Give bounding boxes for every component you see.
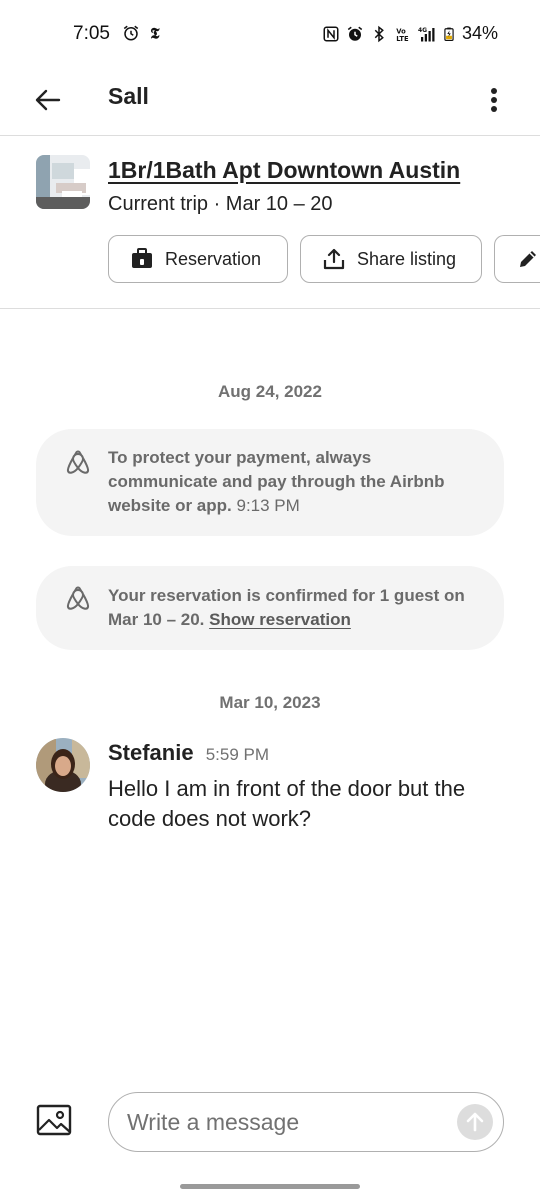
share-icon <box>323 248 345 270</box>
date-separator: Aug 24, 2022 <box>218 382 322 401</box>
message-text: Hello I am in front of the door but the … <box>108 776 466 831</box>
sender-name: Stefanie <box>108 740 194 765</box>
listing-title[interactable]: 1Br/1Bath Apt Downtown Austin <box>108 157 460 184</box>
arrow-up-icon <box>466 1112 484 1132</box>
nfc-icon <box>323 26 339 41</box>
battery-icon <box>444 27 454 41</box>
svg-text:LTE: LTE <box>396 34 409 42</box>
edit-button[interactable] <box>494 235 540 283</box>
message-sender: Stefanie 5:59 PM <box>108 740 269 766</box>
reservation-button-label: Reservation <box>165 248 262 269</box>
status-bar: 7:05 𝕿 Vo LTE 4G 34% <box>0 0 540 70</box>
message-time: 5:59 PM <box>205 745 270 764</box>
signal-4g-icon: 4G <box>418 26 435 41</box>
trip-dates: Current trip · Mar 10 – 20 <box>108 193 333 215</box>
nyt-icon: 𝕿 <box>150 24 160 42</box>
status-time: 7:05 <box>73 23 110 44</box>
date-separator: Mar 10, 2023 <box>219 693 321 712</box>
more-options-button[interactable] <box>484 82 504 118</box>
image-icon <box>36 1104 72 1136</box>
payment-protection-notice: To protect your payment, always communic… <box>108 446 474 518</box>
more-vertical-icon <box>491 88 497 112</box>
system-message-time: 9:13 PM <box>236 496 300 515</box>
reservation-confirmed-text: Your reservation is confirmed for 1 gues… <box>108 584 474 632</box>
status-left-icons: 𝕿 <box>122 24 166 42</box>
reservation-confirmed-card: Your reservation is confirmed for 1 gues… <box>36 566 504 650</box>
svg-text:4G: 4G <box>418 26 427 33</box>
listing-actions: Reservation Share listing <box>108 235 540 283</box>
back-arrow-icon <box>35 89 61 111</box>
avatar[interactable] <box>36 738 90 792</box>
guest-avatar-icon <box>36 738 90 792</box>
listing-thumbnail[interactable] <box>36 155 90 209</box>
show-reservation-link[interactable]: Show reservation <box>209 610 351 629</box>
volte-icon: VoLTE <box>396 27 409 43</box>
airbnb-logo-icon <box>66 450 90 474</box>
conversation-header: Sall <box>0 70 540 136</box>
message-composer <box>108 1092 504 1152</box>
alarm-icon <box>123 25 139 41</box>
home-indicator[interactable] <box>180 1184 360 1189</box>
share-listing-button[interactable]: Share listing <box>300 235 482 283</box>
send-button[interactable] <box>457 1104 493 1140</box>
system-message-card: To protect your payment, always communic… <box>36 429 504 536</box>
attach-photo-button[interactable] <box>36 1104 72 1140</box>
airbnb-logo-icon <box>66 586 90 610</box>
share-listing-button-label: Share listing <box>357 248 457 269</box>
listing-photo-icon <box>36 155 90 209</box>
host-name-title: Sall <box>108 83 149 109</box>
pencil-icon <box>520 251 536 267</box>
svg-text:𝕿: 𝕿 <box>150 24 160 42</box>
briefcase-icon <box>132 248 152 268</box>
listing-summary: 1Br/1Bath Apt Downtown Austin Current tr… <box>0 137 540 309</box>
back-button[interactable] <box>30 82 66 118</box>
message-input[interactable] <box>127 1105 447 1139</box>
status-right-icons: Vo LTE 4G 34% <box>322 23 498 44</box>
battery-percentage: 34% <box>461 23 498 43</box>
reservation-button[interactable]: Reservation <box>108 235 288 283</box>
bluetooth-icon <box>374 25 384 42</box>
alarm-icon <box>347 26 363 41</box>
